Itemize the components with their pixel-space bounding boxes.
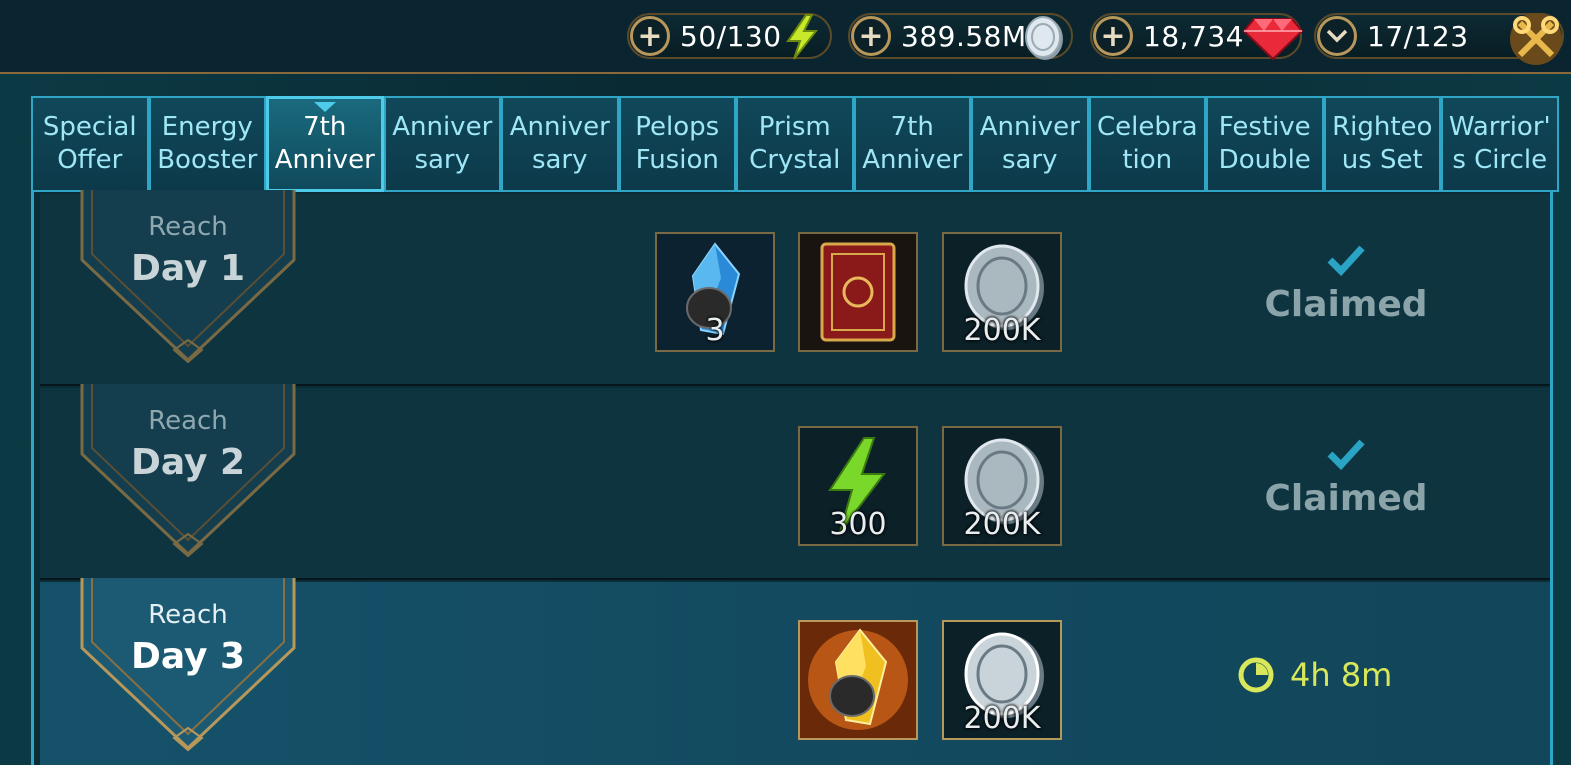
tab-anniversary-1[interactable]: Anniver sary <box>383 96 501 192</box>
chevron-down-icon <box>1326 29 1348 43</box>
tab-anniversary-2[interactable]: Anniver sary <box>501 96 619 192</box>
claimed-label: Claimed <box>1264 478 1428 519</box>
tab-warriors-circle[interactable]: Warrior' s Circle <box>1441 96 1559 192</box>
reward-qty: 200K <box>963 313 1041 348</box>
tab-festive-double[interactable]: Festive Double <box>1206 96 1324 192</box>
reward-row-day-1: Reach Day 1 3 200K Claimed <box>40 190 1550 386</box>
silver-counter[interactable]: + 389.58M <box>848 13 1073 60</box>
event-tabs: Special Offer Energy Booster 7th Anniver… <box>31 96 1571 192</box>
tab-energy-booster[interactable]: Energy Booster <box>148 96 266 192</box>
gem-value: 18,734 <box>1143 19 1244 53</box>
reward-list: Reach Day 1 3 200K Claimed Reach Day 2 3… <box>31 190 1553 765</box>
ruby-gem-icon <box>1242 18 1304 61</box>
reward-sacred-shard[interactable] <box>798 620 918 740</box>
add-gems-button[interactable]: + <box>1093 16 1133 56</box>
reward-qty: 200K <box>963 507 1041 542</box>
day-banner: Reach Day 1 <box>78 190 298 374</box>
claimed-status: Claimed <box>1256 438 1436 519</box>
reach-label: Reach <box>148 406 228 436</box>
resource-bar: + 50/130 + 389.58M + 18,734 17/123 <box>0 0 1571 74</box>
clock-icon <box>1238 657 1274 693</box>
reward-silver[interactable]: 200K <box>942 620 1062 740</box>
lightning-icon <box>786 14 819 60</box>
energy-value: 50/130 <box>680 19 782 53</box>
day-label: Day 1 <box>130 248 246 289</box>
silver-coin-icon <box>1025 16 1063 60</box>
tab-righteous-set[interactable]: Righteo us Set <box>1323 96 1441 192</box>
tab-prism-crystal[interactable]: Prism Crystal <box>736 96 854 192</box>
keys-value: 17/123 <box>1367 19 1469 53</box>
expand-keys-button[interactable] <box>1317 16 1357 56</box>
reach-label: Reach <box>148 212 228 242</box>
reward-qty: 3 <box>705 313 725 348</box>
reward-silver[interactable]: 200K <box>942 426 1062 546</box>
energy-counter[interactable]: + 50/130 <box>627 13 832 60</box>
reward-ancient-shard[interactable]: 3 <box>655 232 775 352</box>
reward-tome[interactable] <box>798 232 918 352</box>
tab-special-offer[interactable]: Special Offer <box>31 96 149 192</box>
tab-7th-anniversary-active[interactable]: 7th Anniver <box>266 96 384 192</box>
keys-icon <box>1510 13 1562 65</box>
reward-qty: 200K <box>963 701 1041 736</box>
claimed-status: Claimed <box>1256 244 1436 325</box>
claimed-label: Claimed <box>1264 284 1428 325</box>
checkmark-icon <box>1327 439 1365 471</box>
tab-pelops-fusion[interactable]: Pelops Fusion <box>618 96 736 192</box>
sacred-shard-icon <box>800 622 916 738</box>
day-label: Day 2 <box>130 442 246 483</box>
day-banner: Reach Day 3 <box>78 578 298 762</box>
reward-row-day-3: Reach Day 3 200K 4h 8m <box>40 578 1550 765</box>
add-silver-button[interactable]: + <box>851 16 891 56</box>
day-label: Day 3 <box>130 636 246 677</box>
timer-value: 4h 8m <box>1290 656 1393 694</box>
day-banner: Reach Day 2 <box>78 384 298 568</box>
reward-qty: 300 <box>829 507 887 542</box>
tab-7th-anniversary-2[interactable]: 7th Anniver <box>853 96 971 192</box>
gem-counter[interactable]: + 18,734 <box>1090 13 1304 61</box>
tome-icon <box>800 234 916 350</box>
reach-label: Reach <box>148 600 228 630</box>
reward-silver[interactable]: 200K <box>942 232 1062 352</box>
keys-counter[interactable]: 17/123 <box>1314 13 1564 65</box>
tab-anniversary-3[interactable]: Anniver sary <box>971 96 1089 192</box>
tab-celebration[interactable]: Celebra tion <box>1088 96 1206 192</box>
reward-row-day-2: Reach Day 2 300 200K Claimed <box>40 384 1550 580</box>
silver-value: 389.58M <box>901 19 1027 53</box>
countdown-timer: 4h 8m <box>1238 656 1392 694</box>
add-energy-button[interactable]: + <box>630 16 670 56</box>
checkmark-icon <box>1327 245 1365 277</box>
reward-energy[interactable]: 300 <box>798 426 918 546</box>
